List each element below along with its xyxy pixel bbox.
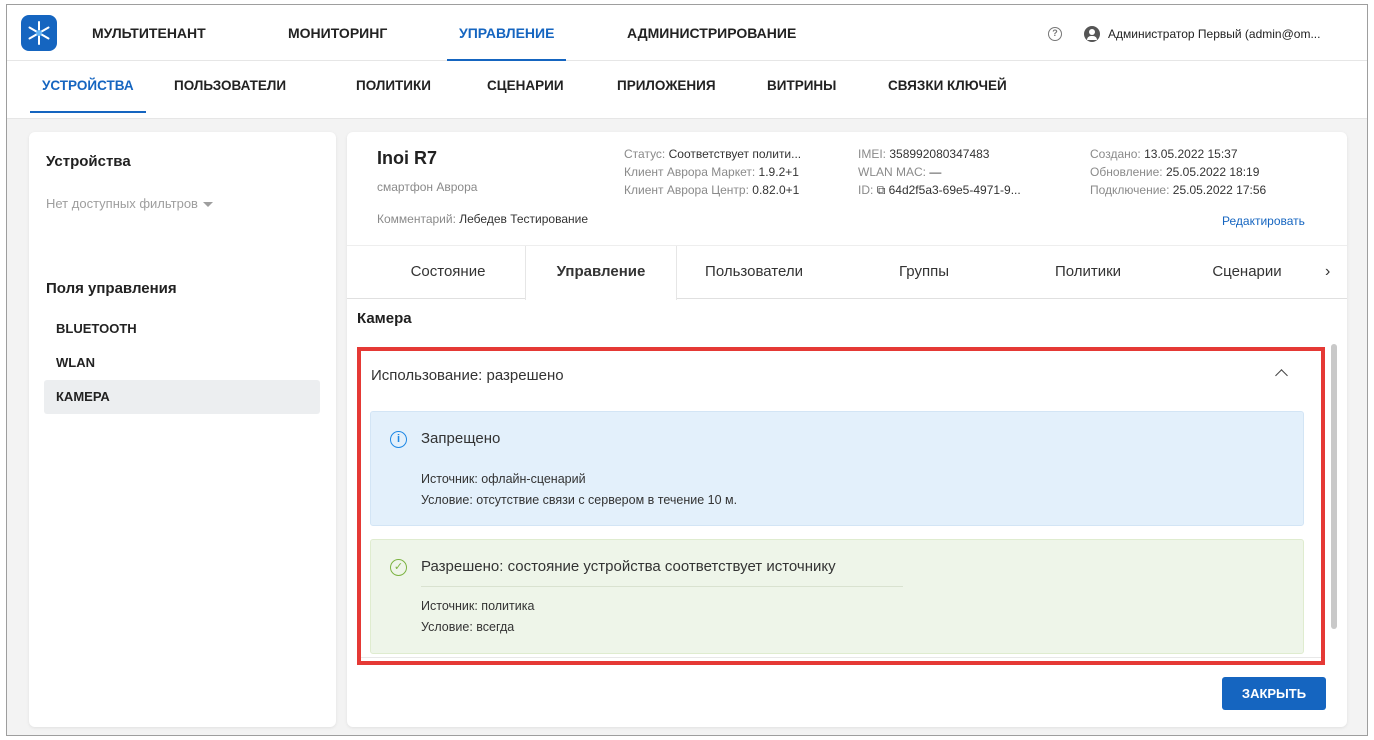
fields-title: Поля управления bbox=[46, 280, 177, 297]
forbidden-title: Запрещено bbox=[421, 430, 501, 447]
forbidden-condition: Условие: отсутствие связи с сервером в т… bbox=[421, 493, 738, 507]
subnav-showcases[interactable]: ВИТРИНЫ bbox=[767, 61, 836, 115]
imei-value: 358992080347483 bbox=[889, 147, 990, 161]
market-value: 1.9.2+1 bbox=[758, 165, 799, 179]
status-block: Статус: Соответствует полити... Клиент А… bbox=[624, 145, 801, 199]
left-panel: Устройства Нет доступных фильтров Поля у… bbox=[29, 132, 336, 727]
allowed-source: Источник: политика bbox=[421, 599, 535, 613]
allowed-condition: Условие: всегда bbox=[421, 620, 515, 634]
sub-nav: УСТРОЙСТВА ПОЛЬЗОВАТЕЛИ ПОЛИТИКИ СЦЕНАРИ… bbox=[7, 61, 1367, 119]
subnav-policies[interactable]: ПОЛИТИКИ bbox=[356, 61, 431, 115]
main-panel: Inoi R7 смартфон Аврора Комментарий: Леб… bbox=[347, 132, 1347, 727]
user-icon[interactable] bbox=[1084, 26, 1100, 42]
devices-title: Устройства bbox=[46, 153, 131, 170]
check-circle-icon: ✓ bbox=[390, 559, 407, 576]
subnav-devices[interactable]: УСТРОЙСТВА bbox=[30, 61, 146, 115]
caret-down-icon bbox=[202, 202, 213, 208]
center-value: 0.82.0+1 bbox=[752, 183, 800, 197]
scrollbar-thumb[interactable] bbox=[1331, 344, 1337, 629]
chevron-up-icon[interactable] bbox=[1275, 369, 1288, 382]
center-label: Клиент Аврора Центр: bbox=[624, 183, 749, 197]
subnav-applications[interactable]: ПРИЛОЖЕНИЯ bbox=[617, 61, 716, 115]
user-name[interactable]: Администратор Первый (admin@om... bbox=[1108, 5, 1366, 61]
app-logo[interactable] bbox=[21, 15, 57, 51]
snowflake-logo-icon bbox=[28, 21, 50, 45]
filter-dropdown[interactable]: Нет доступных фильтров bbox=[46, 196, 213, 211]
help-icon[interactable]: ? bbox=[1048, 27, 1062, 41]
updated-label: Обновление: bbox=[1090, 165, 1163, 179]
ids-block: IMEI: 358992080347483 WLAN MAC: — ID: ⧉ … bbox=[858, 145, 1021, 199]
topnav-management[interactable]: УПРАВЛЕНИЕ bbox=[446, 5, 567, 61]
subnav-users[interactable]: ПОЛЬЗОВАТЕЛИ bbox=[174, 61, 286, 115]
topnav-administration[interactable]: АДМИНИСТРИРОВАНИЕ bbox=[627, 5, 796, 61]
tab-policies[interactable]: Политики bbox=[1023, 246, 1153, 299]
connected-label: Подключение: bbox=[1090, 183, 1170, 197]
wlan-mac-label: WLAN MAC: bbox=[858, 165, 927, 179]
filter-label: Нет доступных фильтров bbox=[46, 196, 198, 211]
top-bar: МУЛЬТИТЕНАНТ МОНИТОРИНГ УПРАВЛЕНИЕ АДМИН… bbox=[7, 5, 1367, 61]
tabs-bar: Состояние Управление Пользователи Группы… bbox=[347, 245, 1347, 300]
created-label: Создано: bbox=[1090, 147, 1141, 161]
connected-value: 25.05.2022 17:56 bbox=[1172, 183, 1267, 197]
tab-users[interactable]: Пользователи bbox=[679, 246, 829, 299]
subnav-keyrings[interactable]: СВЯЗКИ КЛЮЧЕЙ bbox=[888, 61, 1007, 115]
close-button[interactable]: ЗАКРЫТЬ bbox=[1222, 677, 1326, 710]
forbidden-card: i Запрещено Источник: офлайн-сценарий Ус… bbox=[370, 411, 1304, 526]
field-item-wlan[interactable]: WLAN bbox=[44, 346, 320, 380]
tab-management[interactable]: Управление bbox=[525, 246, 677, 300]
tab-state[interactable]: Состояние bbox=[373, 246, 523, 299]
market-label: Клиент Аврора Маркет: bbox=[624, 165, 756, 179]
subnav-scenarios[interactable]: СЦЕНАРИИ bbox=[487, 61, 564, 115]
id-value: 64d2f5a3-69e5-4971-9... bbox=[888, 183, 1021, 197]
field-item-camera[interactable]: КАМЕРА bbox=[44, 380, 320, 414]
tab-groups[interactable]: Группы bbox=[859, 246, 989, 299]
chevron-right-icon[interactable]: › bbox=[1325, 246, 1330, 299]
info-icon: i bbox=[390, 431, 407, 448]
card-divider bbox=[421, 586, 903, 587]
status-label: Статус: bbox=[624, 147, 666, 161]
tab-scenarios[interactable]: Сценарии bbox=[1187, 246, 1307, 299]
accordion-title[interactable]: Использование: разрешено bbox=[371, 367, 564, 384]
device-name: Inoi R7 bbox=[377, 148, 438, 168]
created-value: 13.05.2022 15:37 bbox=[1144, 147, 1238, 161]
device-type: смартфон Аврора bbox=[377, 180, 478, 194]
comment-value: Лебедев Тестирование bbox=[459, 212, 589, 226]
imei-label: IMEI: bbox=[858, 147, 887, 161]
wlan-mac-value: — bbox=[929, 165, 942, 179]
forbidden-source: Источник: офлайн-сценарий bbox=[421, 472, 586, 486]
status-value: Соответствует полити... bbox=[668, 147, 802, 161]
topnav-multitenant[interactable]: МУЛЬТИТЕНАНТ bbox=[92, 5, 206, 61]
edit-link[interactable]: Редактировать bbox=[1222, 214, 1305, 228]
device-comment: Комментарий: Лебедев Тестирование bbox=[377, 212, 588, 226]
updated-value: 25.05.2022 18:19 bbox=[1165, 165, 1260, 179]
topnav-monitoring[interactable]: МОНИТОРИНГ bbox=[288, 5, 387, 61]
camera-accordion: Использование: разрешено i Запрещено Ист… bbox=[359, 349, 1327, 669]
field-item-bluetooth[interactable]: BLUETOOTH bbox=[44, 312, 320, 346]
dates-block: Создано: 13.05.2022 15:37 Обновление: 25… bbox=[1090, 145, 1266, 199]
app-window: МУЛЬТИТЕНАНТ МОНИТОРИНГ УПРАВЛЕНИЕ АДМИН… bbox=[6, 4, 1368, 736]
id-label: ID: bbox=[858, 183, 874, 197]
section-title: Камера bbox=[357, 310, 412, 327]
allowed-card: ✓ Разрешено: состояние устройства соотве… bbox=[370, 539, 1304, 654]
allowed-title: Разрешено: состояние устройства соответс… bbox=[421, 558, 836, 575]
comment-label: Комментарий: bbox=[377, 212, 456, 226]
copy-icon[interactable]: ⧉ bbox=[877, 183, 886, 197]
footer-divider bbox=[359, 657, 1325, 658]
